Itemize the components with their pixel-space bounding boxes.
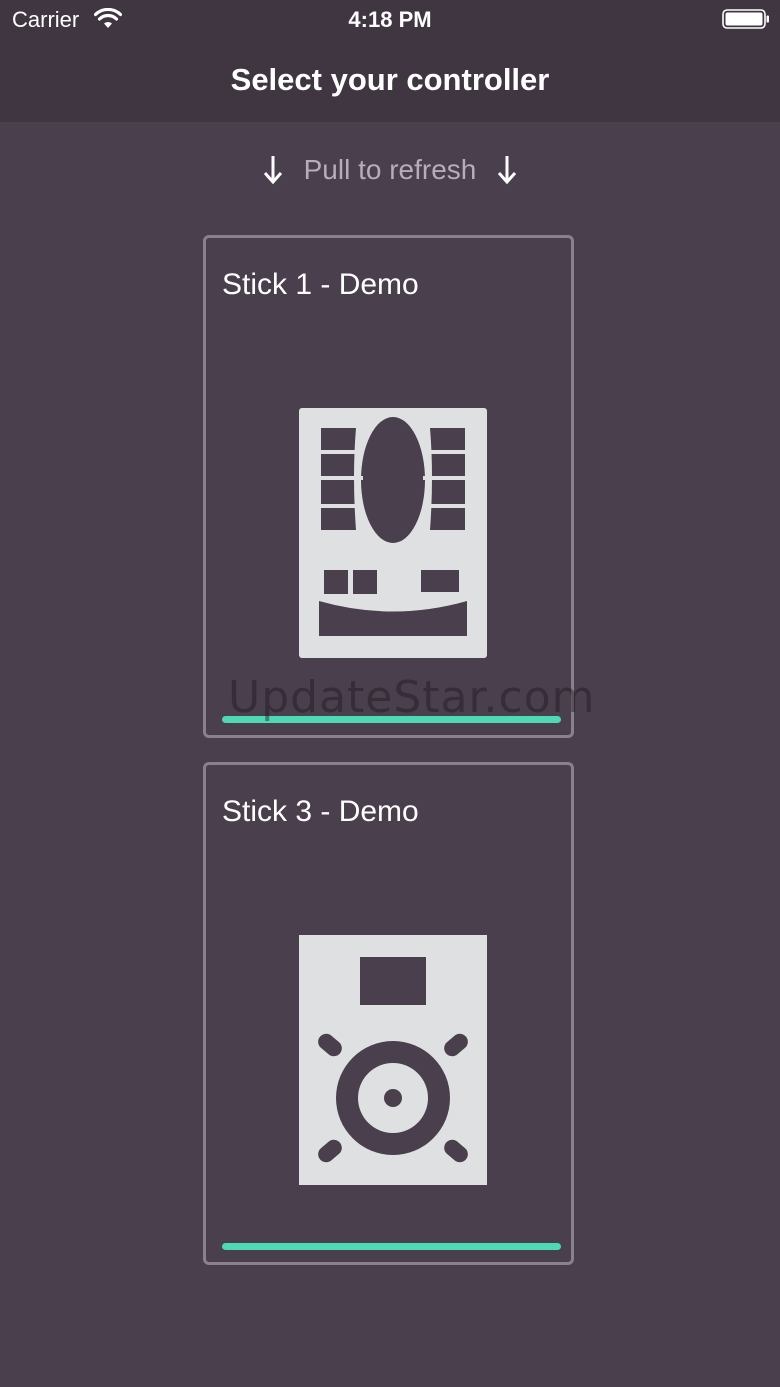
- pull-to-refresh-label: Pull to refresh: [303, 154, 477, 185]
- controller-name: Stick 1 - Demo: [222, 268, 419, 301]
- status-bar: Carrier 4:18 PM: [0, 0, 780, 40]
- page-title: Select your controller: [230, 62, 550, 97]
- arrow-down-icon: [263, 156, 282, 185]
- controller-accent-bar: [222, 1243, 561, 1250]
- pull-to-refresh-hint: Pull to refresh: [0, 150, 780, 190]
- controller-card-stick-1[interactable]: Stick 1 - Demo: [203, 235, 574, 738]
- watermark-text: UpdateStar.com: [228, 672, 596, 723]
- arrow-down-icon: [498, 156, 517, 185]
- controller-deck-icon: [299, 408, 487, 658]
- controller-card-stick-3[interactable]: Stick 3 - Demo: [203, 762, 574, 1265]
- navigation-bar: Select your controller: [0, 40, 780, 122]
- battery-full-icon: [722, 9, 769, 29]
- status-time: 4:18 PM: [348, 7, 432, 32]
- speaker-icon: [299, 935, 487, 1185]
- controller-name: Stick 3 - Demo: [222, 795, 419, 828]
